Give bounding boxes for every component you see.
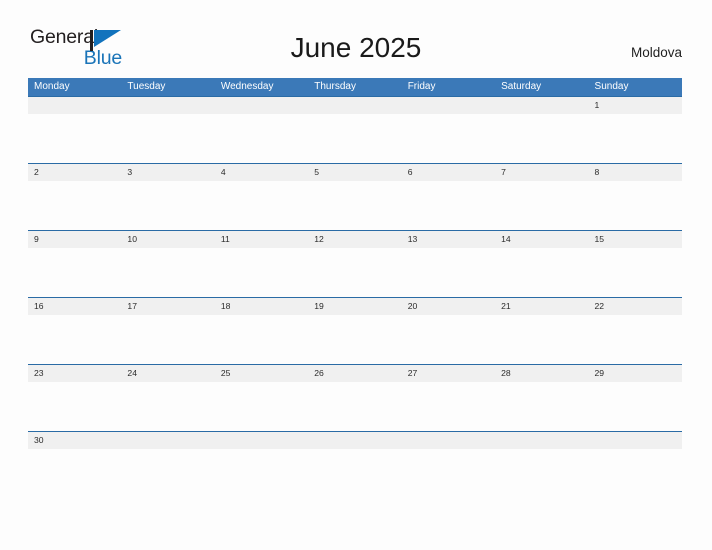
- week-row: 30: [28, 431, 682, 499]
- day-cell[interactable]: [28, 97, 121, 114]
- day-cell[interactable]: [589, 432, 682, 449]
- week-date-band: 23 24 25 26 27 28 29: [28, 365, 682, 382]
- day-cell[interactable]: [215, 432, 308, 449]
- day-cell[interactable]: 8: [589, 164, 682, 181]
- day-cell[interactable]: [215, 97, 308, 114]
- day-cell[interactable]: [308, 97, 401, 114]
- day-of-week-header: Monday Tuesday Wednesday Thursday Friday…: [28, 78, 682, 96]
- day-cell[interactable]: [402, 432, 495, 449]
- day-cell[interactable]: 28: [495, 365, 588, 382]
- calendar-page: General Blue June 2025 Moldova Monday Tu…: [0, 0, 712, 550]
- day-cell[interactable]: 22: [589, 298, 682, 315]
- day-cell[interactable]: 20: [402, 298, 495, 315]
- day-cell[interactable]: 2: [28, 164, 121, 181]
- day-cell[interactable]: 7: [495, 164, 588, 181]
- week-note-area[interactable]: [28, 114, 682, 164]
- week-note-area[interactable]: [28, 248, 682, 298]
- day-cell[interactable]: 12: [308, 231, 401, 248]
- week-row: 23 24 25 26 27 28 29: [28, 364, 682, 432]
- day-cell[interactable]: 15: [589, 231, 682, 248]
- week-row: 9 10 11 12 13 14 15: [28, 230, 682, 298]
- week-date-band: 1: [28, 97, 682, 114]
- day-cell[interactable]: 27: [402, 365, 495, 382]
- week-date-band: 30: [28, 432, 682, 449]
- day-cell[interactable]: 19: [308, 298, 401, 315]
- month-calendar: Monday Tuesday Wednesday Thursday Friday…: [28, 78, 682, 499]
- day-cell[interactable]: 14: [495, 231, 588, 248]
- day-cell[interactable]: 29: [589, 365, 682, 382]
- day-cell[interactable]: 10: [121, 231, 214, 248]
- day-cell[interactable]: 26: [308, 365, 401, 382]
- week-row: 2 3 4 5 6 7 8: [28, 163, 682, 231]
- day-cell[interactable]: [402, 97, 495, 114]
- day-cell[interactable]: 13: [402, 231, 495, 248]
- week-note-area[interactable]: [28, 315, 682, 365]
- week-row: 16 17 18 19 20 21 22: [28, 297, 682, 365]
- day-cell[interactable]: [308, 432, 401, 449]
- day-cell[interactable]: 9: [28, 231, 121, 248]
- day-cell[interactable]: [495, 97, 588, 114]
- week-note-area[interactable]: [28, 449, 682, 499]
- page-title: June 2025: [290, 32, 422, 63]
- day-cell[interactable]: 24: [121, 365, 214, 382]
- week-note-area[interactable]: [28, 382, 682, 432]
- locale-label: Moldova: [630, 45, 682, 60]
- day-cell[interactable]: [121, 97, 214, 114]
- day-cell[interactable]: 3: [121, 164, 214, 181]
- dow-monday: Monday: [34, 81, 70, 92]
- day-cell[interactable]: 4: [215, 164, 308, 181]
- dow-thursday: Thursday: [314, 81, 356, 92]
- week-row: 1: [28, 96, 682, 164]
- day-cell[interactable]: 11: [215, 231, 308, 248]
- dow-saturday: Saturday: [501, 81, 542, 92]
- page-header: General Blue June 2025 Moldova: [0, 0, 712, 76]
- day-cell[interactable]: 17: [121, 298, 214, 315]
- day-cell[interactable]: 16: [28, 298, 121, 315]
- day-cell[interactable]: 25: [215, 365, 308, 382]
- day-cell[interactable]: [121, 432, 214, 449]
- dow-sunday: Sunday: [594, 81, 629, 92]
- day-cell[interactable]: 6: [402, 164, 495, 181]
- day-cell[interactable]: 23: [28, 365, 121, 382]
- day-cell[interactable]: 30: [28, 432, 121, 449]
- day-cell[interactable]: 1: [589, 97, 682, 114]
- day-cell[interactable]: 5: [308, 164, 401, 181]
- dow-friday: Friday: [407, 81, 436, 92]
- dow-wednesday: Wednesday: [220, 81, 274, 92]
- week-note-area[interactable]: [28, 181, 682, 231]
- dow-tuesday: Tuesday: [127, 81, 166, 92]
- week-date-band: 9 10 11 12 13 14 15: [28, 231, 682, 248]
- day-cell[interactable]: 18: [215, 298, 308, 315]
- day-cell[interactable]: [495, 432, 588, 449]
- week-date-band: 2 3 4 5 6 7 8: [28, 164, 682, 181]
- week-date-band: 16 17 18 19 20 21 22: [28, 298, 682, 315]
- day-cell[interactable]: 21: [495, 298, 588, 315]
